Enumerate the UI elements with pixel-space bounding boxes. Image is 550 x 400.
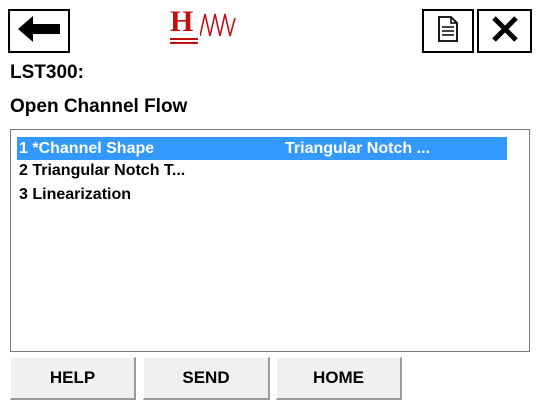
list-item-channel-shape[interactable]: 1 *Channel Shape Triangular Notch ... <box>17 137 507 160</box>
list-item-label: 1 *Channel Shape <box>19 140 155 157</box>
close-button[interactable] <box>477 9 532 53</box>
top-toolbar: H <box>0 0 550 54</box>
list-item-label: 2 Triangular Notch T... <box>19 162 186 179</box>
document-button[interactable] <box>422 9 474 53</box>
device-title: LST300: <box>10 62 84 83</box>
help-button[interactable]: HELP <box>10 357 136 400</box>
bottom-button-bar: HELP SEND HOME <box>10 357 530 400</box>
page-title: Open Channel Flow <box>10 96 188 117</box>
logo-underline <box>170 38 198 40</box>
close-icon <box>490 14 520 49</box>
logo-wave-icon <box>199 8 240 47</box>
logo-letter: H <box>170 5 194 38</box>
menu-list: 1 *Channel Shape Triangular Notch ... 2 … <box>10 129 530 352</box>
logo-underline-second <box>170 42 198 44</box>
document-icon <box>437 15 459 47</box>
arrow-left-icon <box>16 14 62 49</box>
list-item-label: 3 Linearization <box>19 186 132 203</box>
logo: H <box>170 6 265 52</box>
back-button[interactable] <box>8 9 70 53</box>
home-button[interactable]: HOME <box>276 357 402 400</box>
device-screen: H LST300: Open Channel Flow 1 *Channel S… <box>0 0 550 400</box>
list-item-value: Triangular Notch ... <box>285 140 430 157</box>
send-button[interactable]: SEND <box>143 357 270 400</box>
